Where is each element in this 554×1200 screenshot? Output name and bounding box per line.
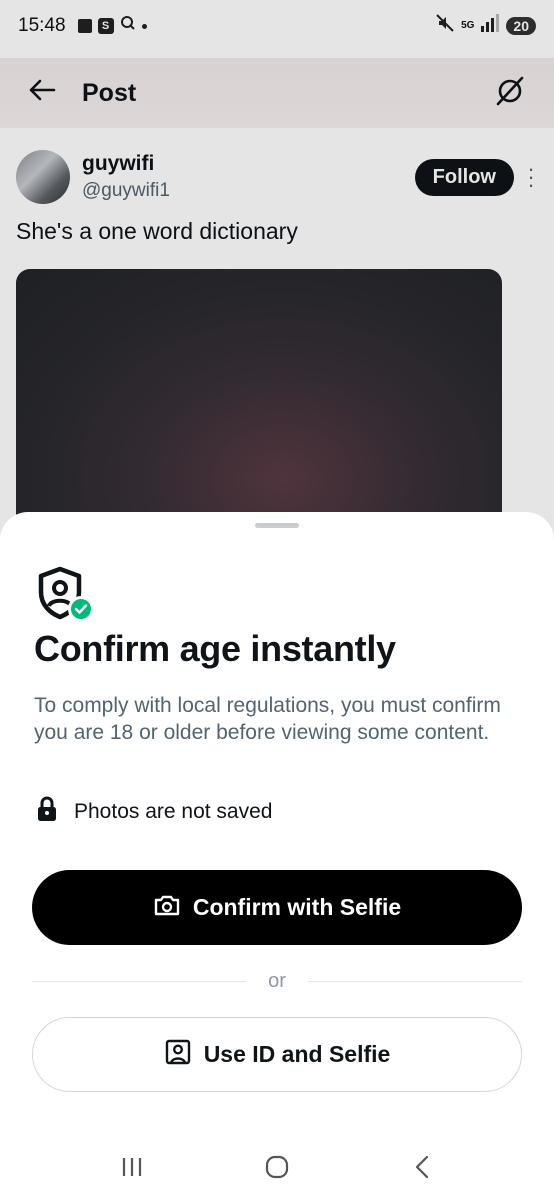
system-nav-bar bbox=[0, 1134, 554, 1200]
lock-icon bbox=[36, 796, 58, 827]
back-nav-icon[interactable] bbox=[402, 1147, 442, 1187]
privacy-notice: Photos are not saved bbox=[36, 796, 272, 827]
sheet-title: Confirm age instantly bbox=[34, 628, 396, 669]
sheet-description: To comply with local regulations, you mu… bbox=[34, 694, 501, 744]
use-id-and-selfie-button[interactable]: Use ID and Selfie bbox=[32, 1017, 522, 1092]
sheet-grabber[interactable] bbox=[255, 523, 299, 528]
confirm-with-selfie-label: Confirm with Selfie bbox=[192, 894, 402, 920]
divider-line bbox=[307, 980, 523, 982]
camera-icon bbox=[153, 893, 181, 923]
shield-user-check-icon bbox=[36, 566, 96, 624]
divider-line bbox=[32, 980, 247, 982]
check-icon bbox=[68, 596, 94, 622]
use-id-and-selfie-label: Use ID and Selfie bbox=[203, 1041, 391, 1067]
divider-text: or bbox=[268, 969, 286, 992]
id-card-icon bbox=[164, 1038, 192, 1072]
or-divider: or bbox=[32, 968, 523, 994]
age-confirm-sheet: Confirm age instantly To comply with loc… bbox=[0, 512, 554, 1200]
recent-apps-icon[interactable] bbox=[112, 1147, 152, 1187]
home-icon[interactable] bbox=[257, 1147, 297, 1187]
notice-text: Photos are not saved bbox=[74, 799, 273, 823]
confirm-with-selfie-button[interactable]: Confirm with Selfie bbox=[32, 870, 522, 945]
